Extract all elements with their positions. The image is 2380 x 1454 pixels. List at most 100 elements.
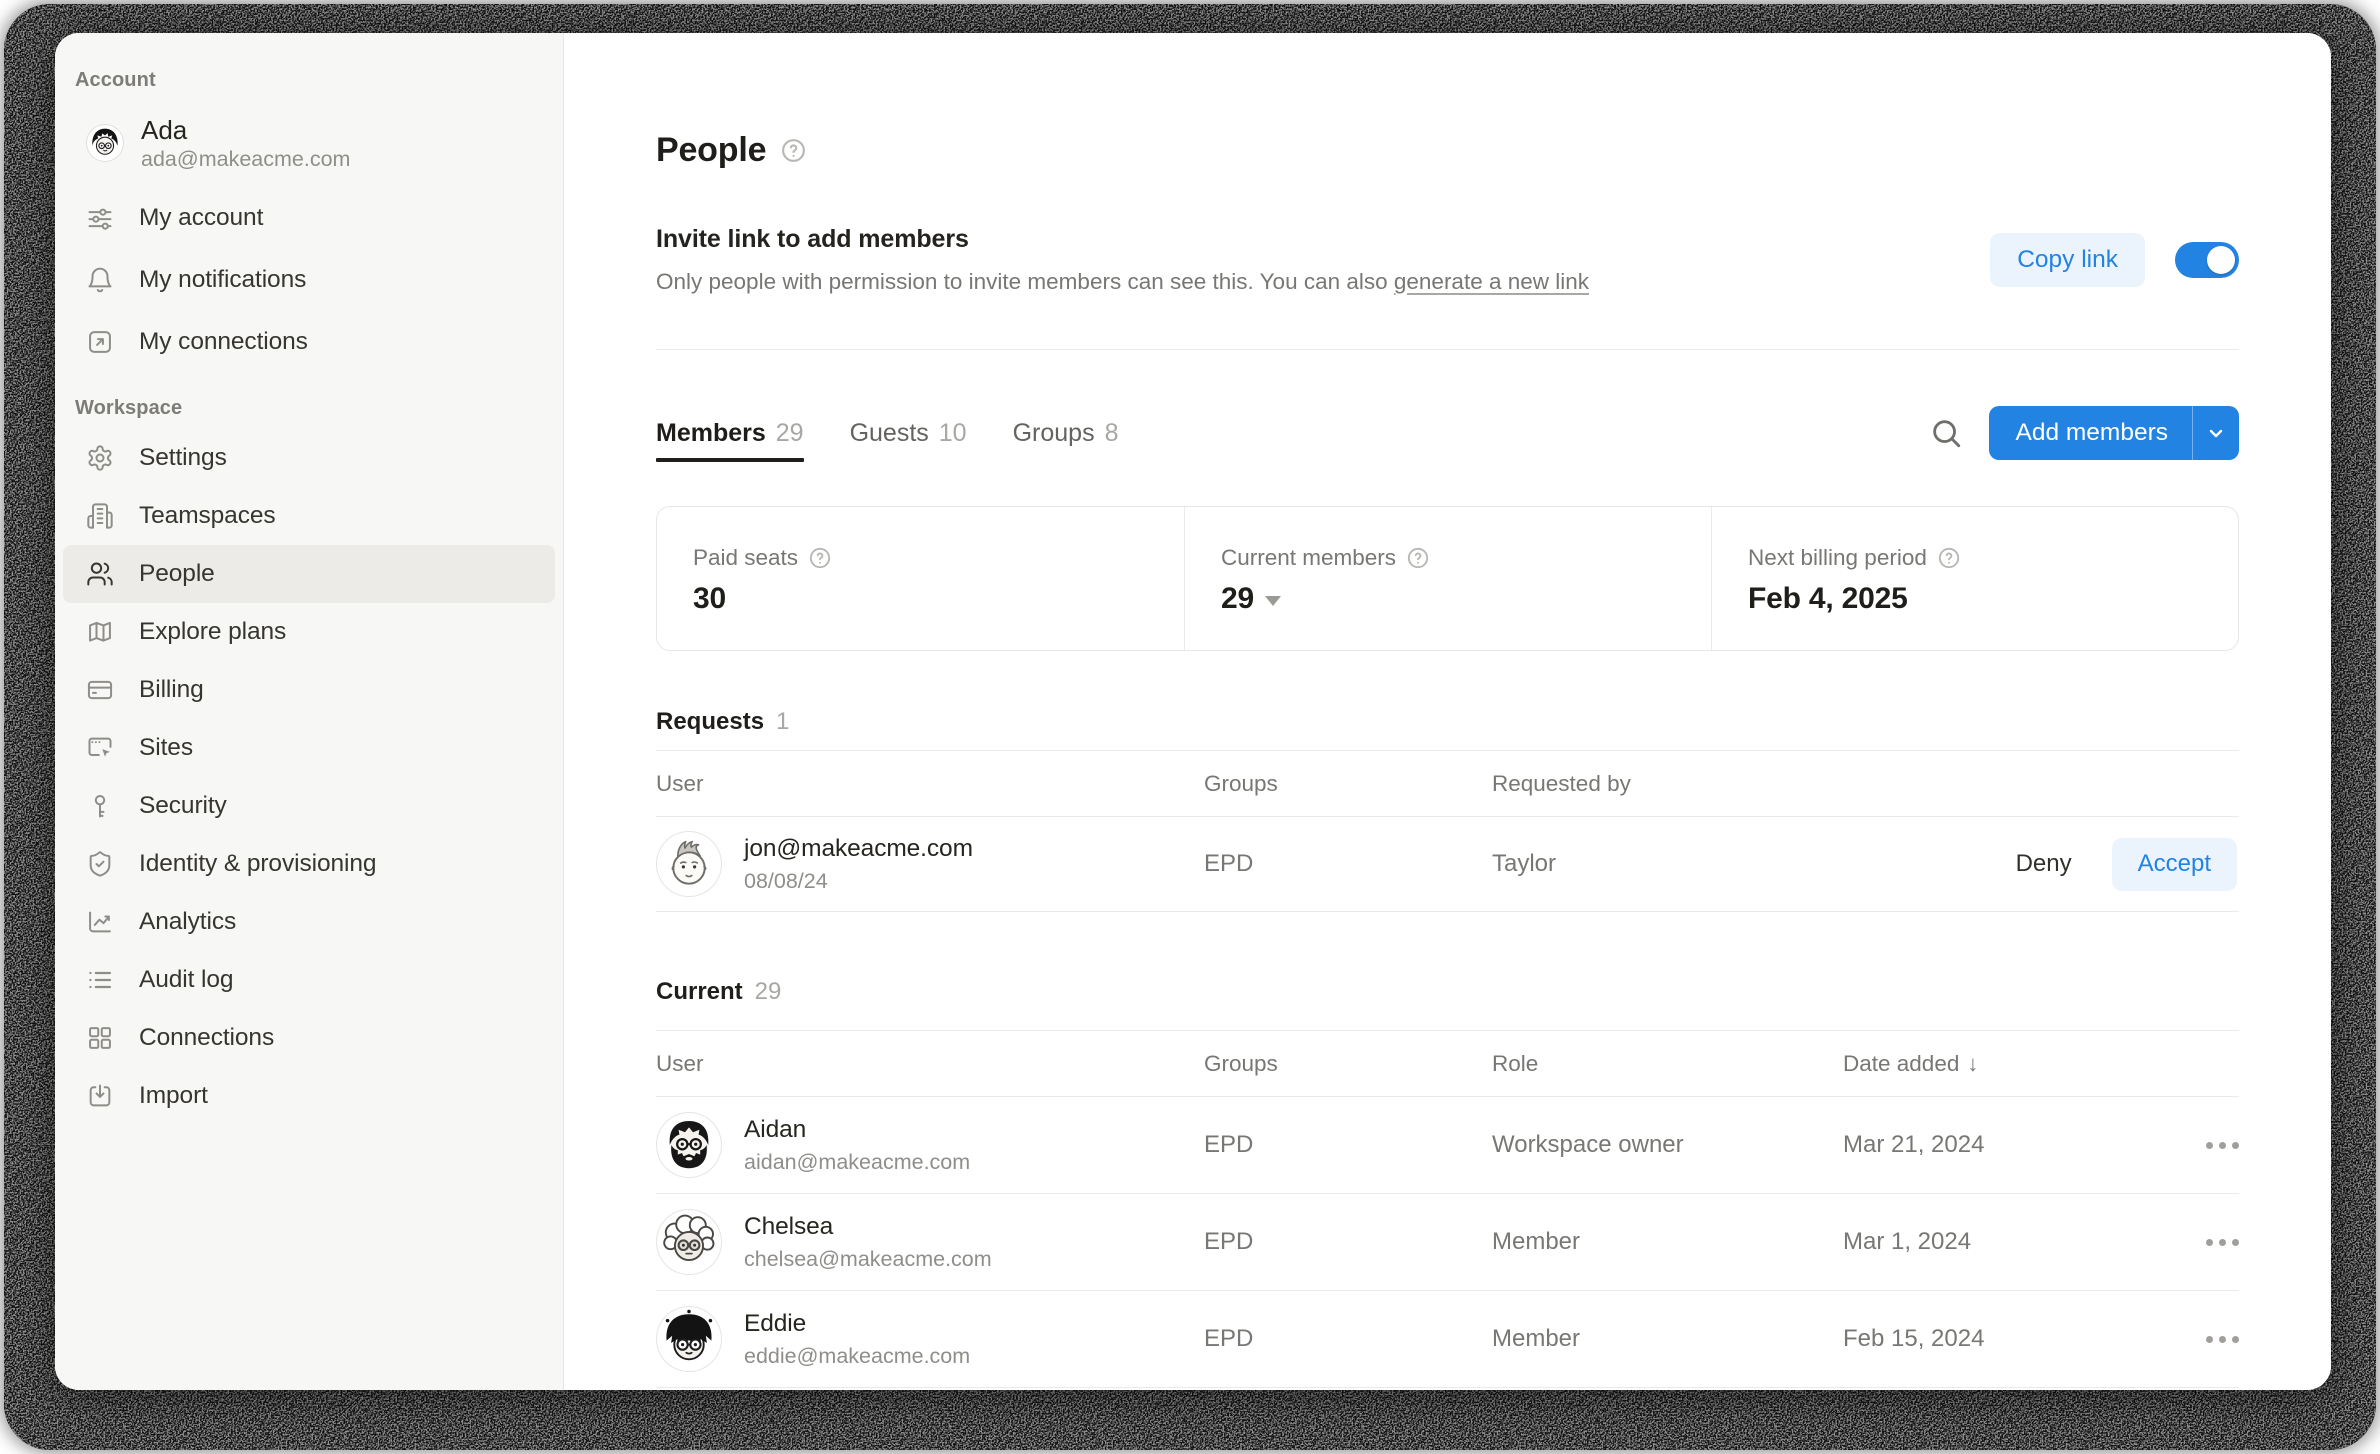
stat-value-dropdown[interactable]: 29 xyxy=(1221,582,1711,616)
sidebar-item-explore-plans[interactable]: Explore plans xyxy=(63,603,555,661)
gear-icon xyxy=(88,445,112,471)
invite-text-block: Invite link to add members Only people w… xyxy=(656,222,1589,297)
tab-guests[interactable]: Guests 10 xyxy=(850,418,967,448)
invite-description: Only people with permission to invite me… xyxy=(656,267,1589,297)
more-options-button[interactable] xyxy=(2195,1132,2239,1159)
member-email: aidan@makeacme.com xyxy=(744,1150,971,1174)
column-header-user: User xyxy=(656,1030,1204,1097)
stats-card: Paid seats 30 Current members 29 Next bi… xyxy=(656,506,2239,651)
sliders-icon xyxy=(88,208,112,230)
add-members-button[interactable]: Add members xyxy=(1989,406,2239,460)
copy-link-button[interactable]: Copy link xyxy=(1990,232,2145,287)
sidebar-item-audit-log[interactable]: Audit log xyxy=(63,951,555,1009)
requests-heading: Requests 1 xyxy=(656,706,2239,738)
tabs-actions: Add members xyxy=(1929,406,2239,460)
column-header-date-added[interactable]: Date added ↓ xyxy=(1843,1030,2195,1097)
sidebar-account-user[interactable]: Ada ada@makeacme.com xyxy=(63,112,555,174)
accept-button[interactable]: Accept xyxy=(2111,837,2237,891)
sidebar-item-billing[interactable]: Billing xyxy=(63,661,555,719)
current-heading: Current 29 xyxy=(656,976,2239,1008)
column-header-actions xyxy=(1843,750,2239,817)
more-options-button[interactable] xyxy=(2195,1229,2239,1256)
help-icon[interactable] xyxy=(780,137,807,164)
member-name: Eddie xyxy=(744,1310,807,1337)
building-icon xyxy=(87,503,113,529)
current-members-table: User Groups Role Date added ↓ Aidan aida… xyxy=(656,1030,2239,1388)
stat-label: Next billing period xyxy=(1748,545,1927,570)
sidebar-item-identity-provisioning[interactable]: Identity & provisioning xyxy=(63,835,555,893)
sort-desc-icon: ↓ xyxy=(1967,1050,1979,1076)
sidebar-item-my-account[interactable]: My account xyxy=(63,187,555,249)
request-user-email: jon@makeacme.com xyxy=(744,835,973,862)
jon-avatar xyxy=(656,831,722,897)
requests-table: User Groups Requested by jon@makeacme.co… xyxy=(656,750,2239,912)
tab-count: 8 xyxy=(1104,419,1119,447)
sidebar-item-my-notifications[interactable]: My notifications xyxy=(63,249,555,311)
sidebar-item-my-connections[interactable]: My connections xyxy=(63,311,555,373)
people-icon xyxy=(87,562,113,586)
sidebar-item-teamspaces[interactable]: Teamspaces xyxy=(63,487,555,545)
page-title: People xyxy=(656,130,767,169)
sidebar-item-people[interactable]: People xyxy=(63,545,555,603)
help-icon[interactable] xyxy=(1406,546,1430,570)
search-icon xyxy=(1933,420,1961,448)
member-row: Aidan aidan@makeacme.com EPD Workspace o… xyxy=(656,1096,2239,1194)
tabs-row: Members 29 Guests 10 Groups 8 Add member… xyxy=(656,406,2239,462)
sidebar-item-settings[interactable]: Settings xyxy=(63,429,555,487)
tab-groups[interactable]: Groups 8 xyxy=(1013,418,1119,448)
import-icon xyxy=(89,1084,111,1107)
people-settings-main: People Invite link to add members Only p… xyxy=(564,33,2331,1390)
sidebar-item-label: My account xyxy=(139,204,264,231)
sidebar-account-nav: My account My notifications My connectio… xyxy=(63,187,555,373)
sidebar-item-label: Audit log xyxy=(139,966,234,993)
tabs: Members 29 Guests 10 Groups 8 xyxy=(656,418,1119,462)
sidebar-item-label: Analytics xyxy=(139,908,237,935)
member-date-added: Mar 21, 2024 xyxy=(1843,1131,1985,1158)
browser-cursor-icon xyxy=(88,737,112,757)
column-header-user: User xyxy=(656,750,1204,817)
chart-line-icon xyxy=(89,911,111,933)
invite-link-toggle[interactable] xyxy=(2175,241,2239,278)
member-email: chelsea@makeacme.com xyxy=(744,1247,992,1271)
stat-value: 29 xyxy=(1221,582,1254,615)
caret-down-icon xyxy=(1264,595,1281,606)
member-role: Workspace owner xyxy=(1492,1131,1684,1158)
tab-label: Groups xyxy=(1012,419,1095,447)
grid-icon xyxy=(89,1027,111,1049)
sidebar-item-label: People xyxy=(139,560,215,587)
member-date-added: Feb 15, 2024 xyxy=(1843,1325,1985,1352)
add-members-label: Add members xyxy=(2015,419,2168,446)
sidebar-item-analytics[interactable]: Analytics xyxy=(63,893,555,951)
generate-new-link[interactable]: generate a new link xyxy=(1394,269,1589,294)
invite-heading: Invite link to add members xyxy=(656,225,969,253)
toggle-knob xyxy=(2207,245,2235,274)
sidebar-item-sites[interactable]: Sites xyxy=(63,719,555,777)
sidebar-item-label: Teamspaces xyxy=(139,502,276,529)
sidebar-item-connections[interactable]: Connections xyxy=(63,1009,555,1067)
sidebar-item-security[interactable]: Security xyxy=(63,777,555,835)
sidebar-item-label: Identity & provisioning xyxy=(139,850,377,877)
member-groups: EPD xyxy=(1204,1325,1254,1352)
sidebar-item-label: My notifications xyxy=(139,266,307,293)
aidan-avatar xyxy=(656,1112,722,1178)
help-icon[interactable] xyxy=(1937,546,1961,570)
add-members-dropdown[interactable] xyxy=(2193,421,2239,445)
stat-value: 30 xyxy=(693,582,726,615)
tab-members[interactable]: Members 29 xyxy=(656,418,804,462)
sidebar-item-import[interactable]: Import xyxy=(63,1067,555,1125)
list-icon xyxy=(89,971,112,989)
request-groups: EPD xyxy=(1204,850,1254,877)
member-date-added: Mar 1, 2024 xyxy=(1843,1228,1972,1255)
invite-controls: Copy link xyxy=(1990,232,2239,287)
arrow-up-right-box-icon xyxy=(89,331,111,353)
search-button[interactable] xyxy=(1929,416,1963,450)
more-options-button[interactable] xyxy=(2195,1326,2239,1353)
request-actions: Deny Accept xyxy=(1843,837,2239,891)
invite-description-text: Only people with permission to invite me… xyxy=(656,269,1394,294)
page-title-row: People xyxy=(656,128,2239,172)
section-title: Current xyxy=(656,978,743,1005)
sidebar-item-label: Settings xyxy=(139,444,227,471)
help-icon[interactable] xyxy=(808,546,832,570)
member-name: Chelsea xyxy=(744,1213,834,1240)
deny-button[interactable]: Deny xyxy=(2016,850,2072,878)
